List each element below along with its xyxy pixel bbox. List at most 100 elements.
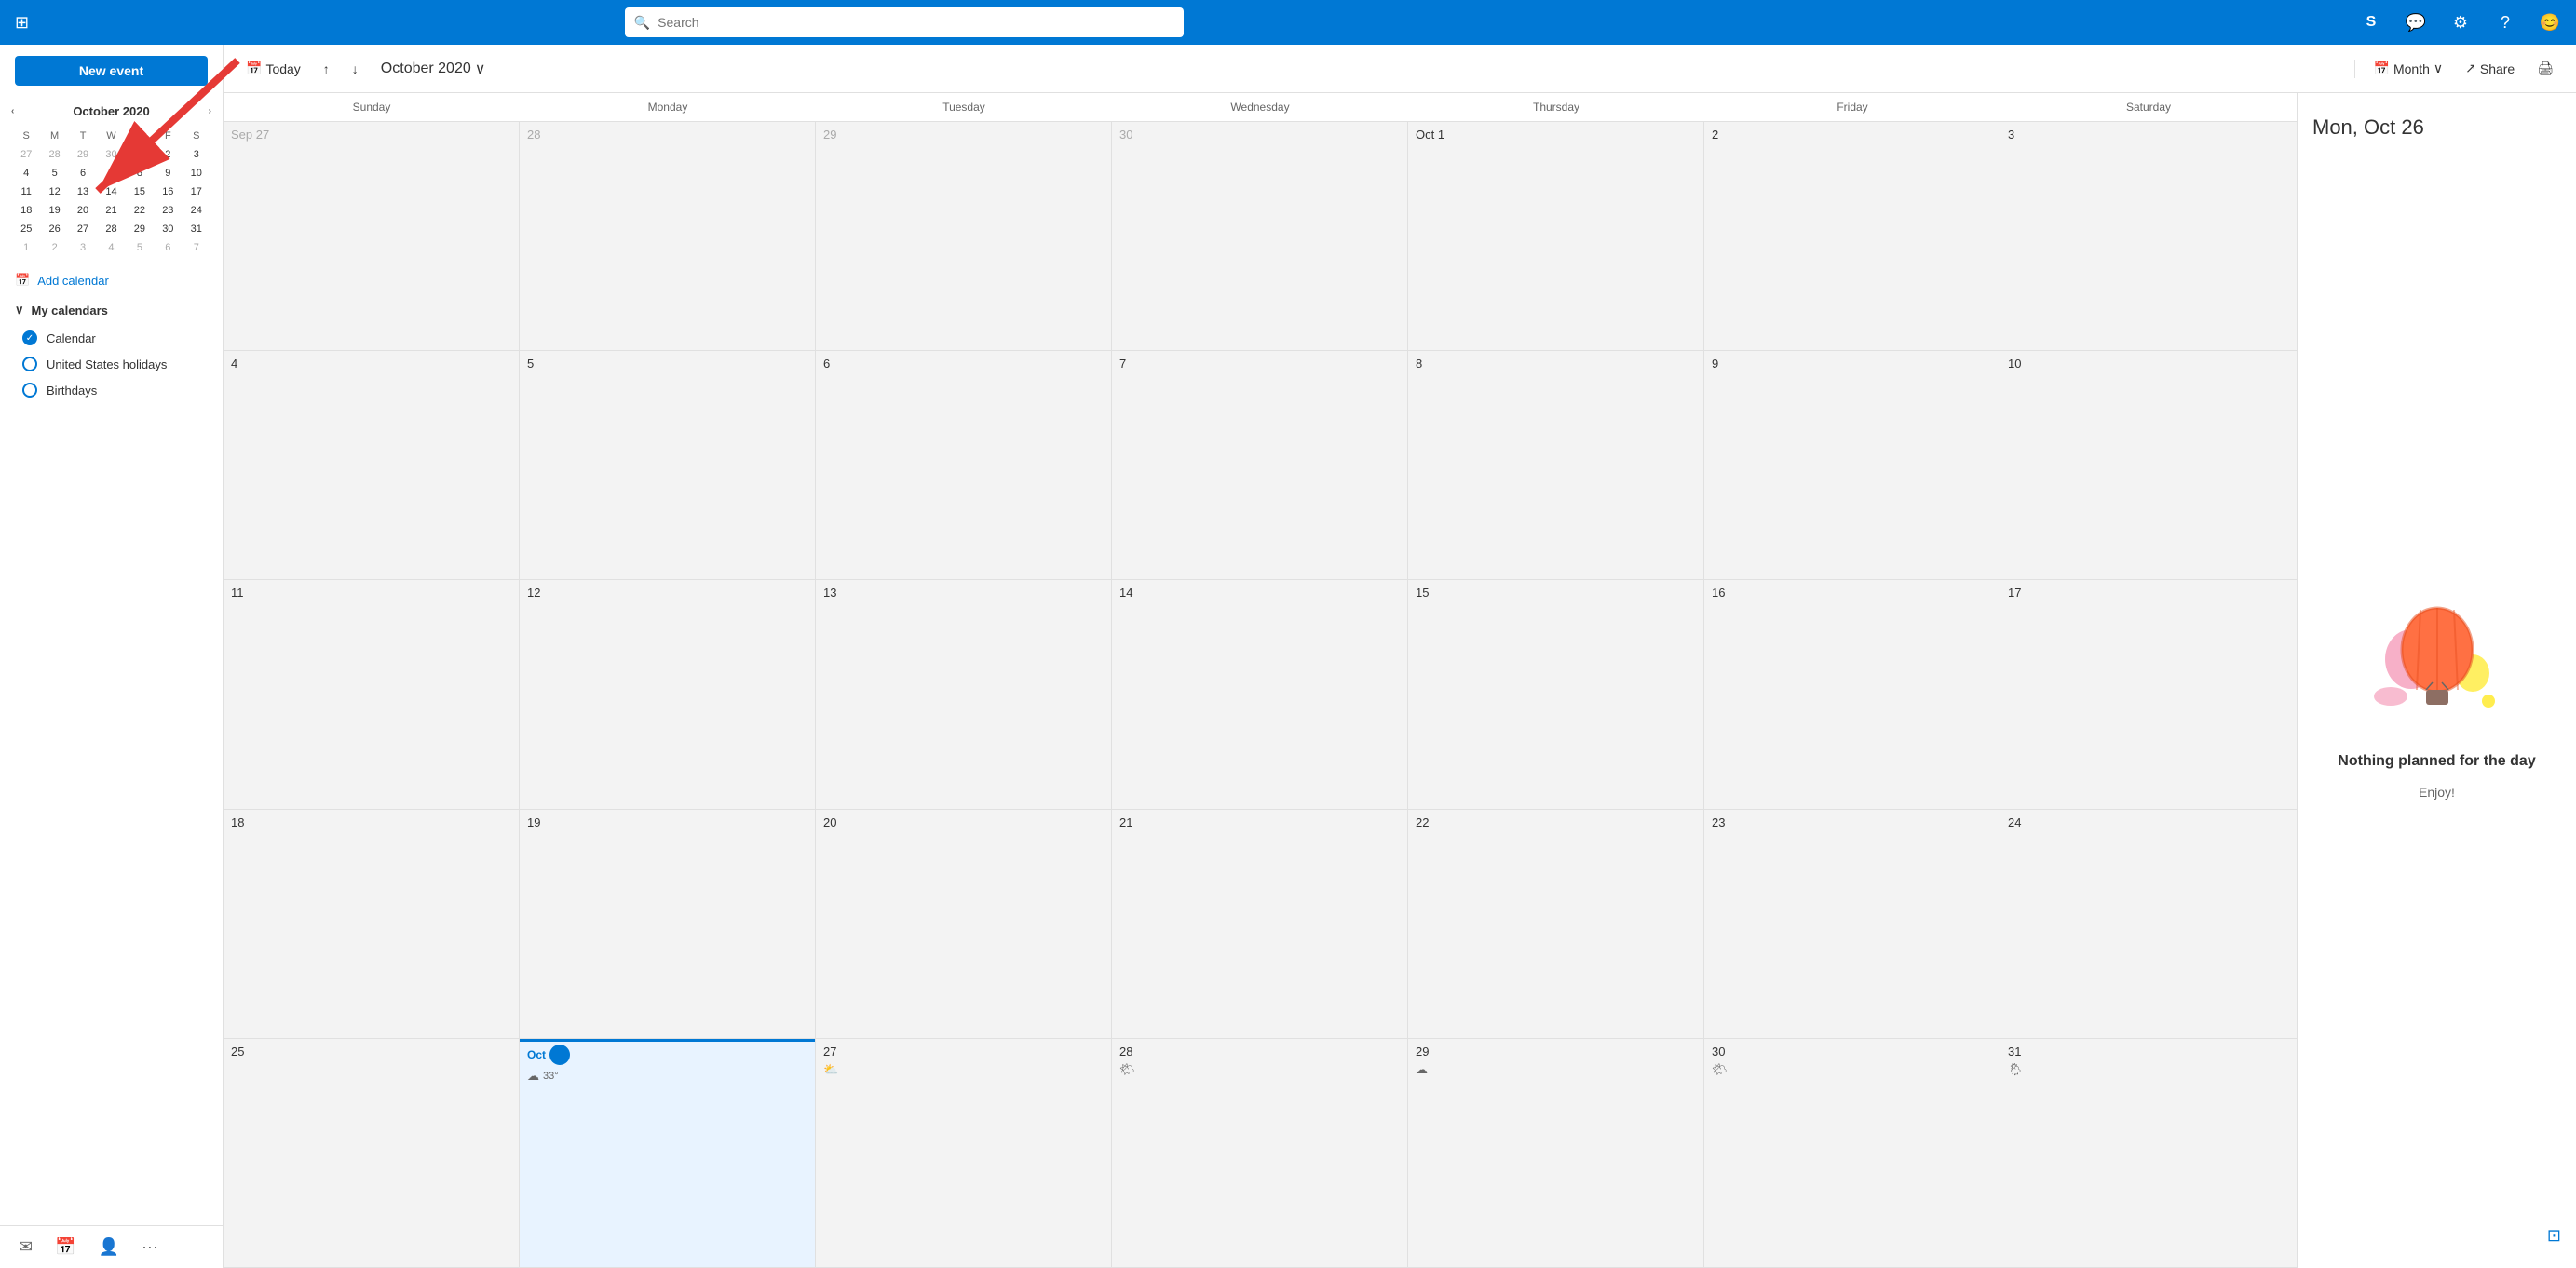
add-calendar-button[interactable]: 📅 Add calendar xyxy=(0,265,223,295)
mini-cal-day[interactable]: 18 xyxy=(13,202,39,219)
calendar-cell[interactable]: 30🌤 xyxy=(1704,1039,2000,1267)
calendar-cell[interactable]: 9 xyxy=(1704,351,2000,579)
calendar-cell[interactable]: 28 xyxy=(520,122,816,350)
expand-icon[interactable]: ⊡ xyxy=(2547,1226,2561,1246)
mini-cal-day[interactable]: 26 xyxy=(41,221,67,237)
calendar-cell[interactable]: 18 xyxy=(224,810,520,1038)
nav-more-icon[interactable]: ··· xyxy=(138,1234,162,1261)
mini-cal-day[interactable]: 15 xyxy=(127,183,153,200)
calendar-cell[interactable]: 23 xyxy=(1704,810,2000,1038)
share-button[interactable]: ↗ Share xyxy=(2458,57,2522,80)
mini-cal-day[interactable]: 16 xyxy=(155,183,181,200)
month-view-button[interactable]: 📅 Month ∨ xyxy=(2366,57,2451,80)
mini-cal-day[interactable]: 1 xyxy=(13,239,39,256)
mini-cal-day[interactable]: 3 xyxy=(70,239,96,256)
help-icon[interactable]: ? xyxy=(2490,7,2520,37)
mini-cal-day[interactable]: 28 xyxy=(41,146,67,163)
mini-cal-day[interactable]: 4 xyxy=(13,165,39,182)
mini-cal-day[interactable]: 9 xyxy=(155,165,181,182)
mini-cal-day[interactable]: 2 xyxy=(41,239,67,256)
skype-icon[interactable]: S xyxy=(2356,7,2386,37)
next-button[interactable]: ↓ xyxy=(345,58,366,80)
mini-cal-day[interactable]: 2 xyxy=(155,146,181,163)
mini-cal-day[interactable]: 7 xyxy=(98,165,124,182)
mini-cal-day[interactable]: 20 xyxy=(70,202,96,219)
mini-cal-day[interactable]: 8 xyxy=(127,165,153,182)
calendar-cell[interactable]: Oct26☁33° xyxy=(520,1039,816,1267)
calendar-cell[interactable]: 12 xyxy=(520,580,816,808)
mini-cal-day[interactable]: 30 xyxy=(155,221,181,237)
calendar-cell[interactable]: 15 xyxy=(1408,580,1704,808)
apps-icon[interactable]: ⊞ xyxy=(11,9,33,36)
calendar-cell[interactable]: 11 xyxy=(224,580,520,808)
calendar-cell[interactable]: 31🌦 xyxy=(2000,1039,2297,1267)
calendar-cell[interactable]: 28🌤 xyxy=(1112,1039,1408,1267)
my-calendars-header[interactable]: ∨ My calendars xyxy=(0,295,223,325)
mini-cal-day[interactable]: 19 xyxy=(41,202,67,219)
settings-icon[interactable]: ⚙ xyxy=(2446,7,2475,37)
calendar-cell[interactable]: 19 xyxy=(520,810,816,1038)
account-icon[interactable]: 😊 xyxy=(2535,7,2565,37)
mini-cal-day[interactable]: 21 xyxy=(98,202,124,219)
calendar-cell[interactable]: 7 xyxy=(1112,351,1408,579)
mini-cal-day[interactable]: 17 xyxy=(183,183,210,200)
today-button[interactable]: 📅 Today xyxy=(238,57,308,80)
calendar-cell[interactable]: 27⛅ xyxy=(816,1039,1112,1267)
mini-cal-day[interactable]: 23 xyxy=(155,202,181,219)
mini-cal-day[interactable]: 27 xyxy=(13,146,39,163)
mini-cal-day[interactable]: 1 xyxy=(127,146,153,163)
mini-cal-prev[interactable]: ‹ xyxy=(11,106,14,116)
feedback-icon[interactable]: 💬 xyxy=(2401,7,2431,37)
calendar-cell[interactable]: 3 xyxy=(2000,122,2297,350)
print-button[interactable]: 🖨 xyxy=(2529,57,2561,80)
mini-cal-day[interactable]: 6 xyxy=(70,165,96,182)
calendar-cell[interactable]: 30 xyxy=(1112,122,1408,350)
calendar-cell[interactable]: 17 xyxy=(2000,580,2297,808)
calendar-cell[interactable]: 5 xyxy=(520,351,816,579)
mini-cal-day[interactable]: 5 xyxy=(41,165,67,182)
mini-cal-next[interactable]: › xyxy=(209,106,211,116)
calendar-item[interactable]: ✓Calendar xyxy=(0,325,223,351)
calendar-cell[interactable]: Oct 1 xyxy=(1408,122,1704,350)
mini-cal-day[interactable]: 25 xyxy=(13,221,39,237)
mini-cal-day[interactable]: 5 xyxy=(127,239,153,256)
mini-cal-day[interactable]: 27 xyxy=(70,221,96,237)
calendar-cell[interactable]: 29☁ xyxy=(1408,1039,1704,1267)
calendar-cell[interactable]: 4 xyxy=(224,351,520,579)
calendar-cell[interactable]: 24 xyxy=(2000,810,2297,1038)
calendar-cell[interactable]: 6 xyxy=(816,351,1112,579)
nav-mail-icon[interactable]: ✉ xyxy=(15,1234,36,1261)
calendar-item[interactable]: United States holidays xyxy=(0,351,223,377)
nav-people-icon[interactable]: 👤 xyxy=(95,1234,123,1261)
nav-calendar-icon[interactable]: 📅 xyxy=(51,1234,79,1261)
mini-cal-day[interactable]: 12 xyxy=(41,183,67,200)
mini-cal-day[interactable]: 14 xyxy=(98,183,124,200)
calendar-cell[interactable]: 2 xyxy=(1704,122,2000,350)
mini-cal-day[interactable]: 30 xyxy=(98,146,124,163)
mini-cal-day[interactable]: 7 xyxy=(183,239,210,256)
calendar-cell[interactable]: 8 xyxy=(1408,351,1704,579)
calendar-cell[interactable]: 29 xyxy=(816,122,1112,350)
calendar-cell[interactable]: 25 xyxy=(224,1039,520,1267)
calendar-cell[interactable]: 13 xyxy=(816,580,1112,808)
calendar-item[interactable]: Birthdays xyxy=(0,377,223,403)
month-selector[interactable]: October 2020 ∨ xyxy=(373,56,494,82)
mini-cal-day[interactable]: 29 xyxy=(70,146,96,163)
calendar-cell[interactable]: 20 xyxy=(816,810,1112,1038)
mini-cal-day[interactable]: 31 xyxy=(183,221,210,237)
mini-cal-day[interactable]: 28 xyxy=(98,221,124,237)
new-event-button[interactable]: New event xyxy=(15,56,208,86)
mini-cal-day[interactable]: 24 xyxy=(183,202,210,219)
calendar-cell[interactable]: 16 xyxy=(1704,580,2000,808)
mini-cal-day[interactable]: 22 xyxy=(127,202,153,219)
mini-cal-day[interactable]: 13 xyxy=(70,183,96,200)
mini-cal-day[interactable]: 6 xyxy=(155,239,181,256)
calendar-cell[interactable]: 10 xyxy=(2000,351,2297,579)
mini-cal-day[interactable]: 4 xyxy=(98,239,124,256)
mini-cal-day[interactable]: 10 xyxy=(183,165,210,182)
calendar-cell[interactable]: Sep 27 xyxy=(224,122,520,350)
mini-cal-day[interactable]: 11 xyxy=(13,183,39,200)
search-input[interactable] xyxy=(658,15,1174,30)
mini-cal-day[interactable]: 3 xyxy=(183,146,210,163)
calendar-cell[interactable]: 21 xyxy=(1112,810,1408,1038)
